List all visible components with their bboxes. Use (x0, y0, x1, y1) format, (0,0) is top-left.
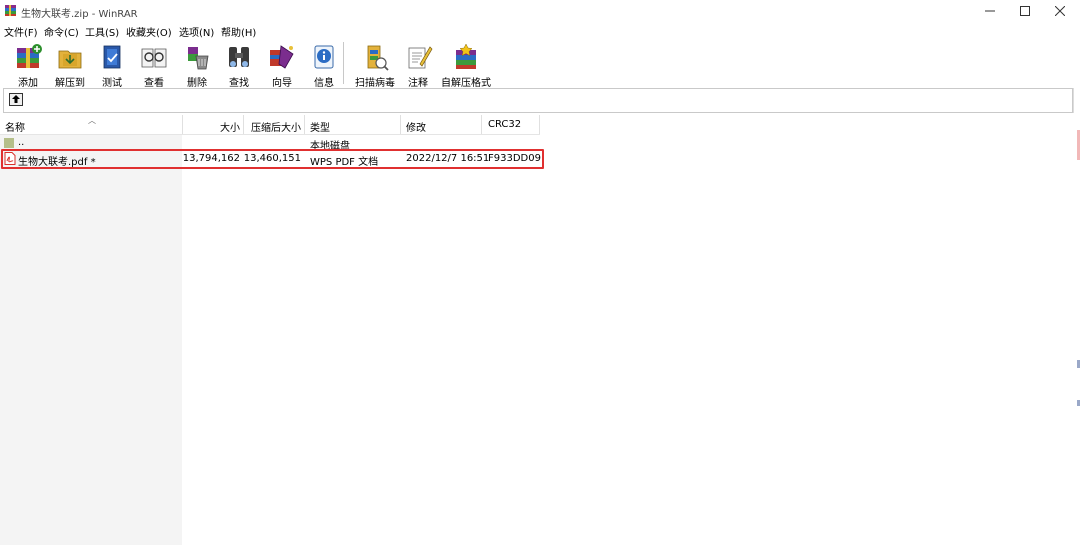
menu-favorites[interactable]: 收藏夹(O) (126, 24, 172, 39)
sort-ascending-icon: ︿ (88, 116, 96, 125)
winrar-icon (5, 5, 16, 16)
column-packed[interactable]: 压缩后大小 (244, 119, 301, 134)
column-divider[interactable] (400, 115, 401, 134)
file-list: ︿ 名称 大小 压缩后大小 类型 修改 CRC32 .. 本地磁盘 生物大联考.… (0, 115, 1080, 545)
up-folder-icon[interactable] (9, 93, 23, 106)
sfx-icon (456, 43, 476, 69)
column-name[interactable]: 名称 (5, 119, 25, 134)
address-bar[interactable] (3, 88, 1073, 113)
find-icon (229, 47, 249, 67)
menu-commands[interactable]: 命令(C) (44, 24, 79, 39)
minimize-button[interactable] (972, 0, 1008, 22)
column-divider[interactable] (304, 115, 305, 134)
view-icon (141, 48, 167, 68)
highlight-annotation (1, 149, 544, 169)
virus-scan-icon (367, 45, 389, 71)
delete-icon (188, 47, 209, 70)
title-bar: 生物大联考.zip - WinRAR (0, 0, 1080, 22)
column-size[interactable]: 大小 (190, 119, 240, 134)
column-modified[interactable]: 修改 (406, 119, 426, 134)
menu-bar: 文件(F) 命令(C) 工具(S) 收藏夹(O) 选项(N) 帮助(H) (0, 22, 1080, 39)
sfx-label: 自解压格式 (441, 78, 491, 89)
column-type[interactable]: 类型 (310, 119, 330, 134)
close-icon (1055, 6, 1065, 16)
maximize-button[interactable] (1007, 0, 1043, 22)
menu-tools[interactable]: 工具(S) (85, 24, 119, 39)
window-title: 生物大联考.zip - WinRAR (21, 9, 138, 20)
row-name: .. (18, 137, 25, 148)
menu-help[interactable]: 帮助(H) (221, 24, 256, 39)
info-button[interactable]: 信息 (303, 41, 345, 89)
address-scroll (1073, 88, 1080, 113)
extract-to-icon (58, 50, 82, 69)
comment-button[interactable]: 注释 (397, 41, 439, 89)
column-divider[interactable] (481, 115, 482, 134)
folder-up-icon (4, 138, 14, 148)
test-icon (103, 45, 121, 69)
wizard-icon (270, 45, 294, 69)
toolbar: 添加 解压到 测试 查看 删除 查找 向导 信息 扫描病毒 注释 自解压格式 (0, 39, 1080, 89)
menu-options[interactable]: 选项(N) (179, 24, 214, 39)
info-icon (314, 45, 334, 69)
add-archive-icon (17, 44, 42, 68)
minimize-icon (985, 10, 995, 12)
close-button[interactable] (1042, 0, 1078, 22)
comment-icon (408, 46, 433, 69)
list-header: ︿ 名称 大小 压缩后大小 类型 修改 CRC32 (0, 115, 540, 135)
maximize-icon (1020, 6, 1030, 16)
column-divider[interactable] (539, 115, 540, 134)
column-divider[interactable] (182, 115, 183, 134)
sfx-button[interactable]: 自解压格式 (441, 41, 491, 89)
column-crc32[interactable]: CRC32 (488, 119, 521, 130)
name-column-shade (0, 135, 182, 545)
menu-file[interactable]: 文件(F) (4, 24, 38, 39)
